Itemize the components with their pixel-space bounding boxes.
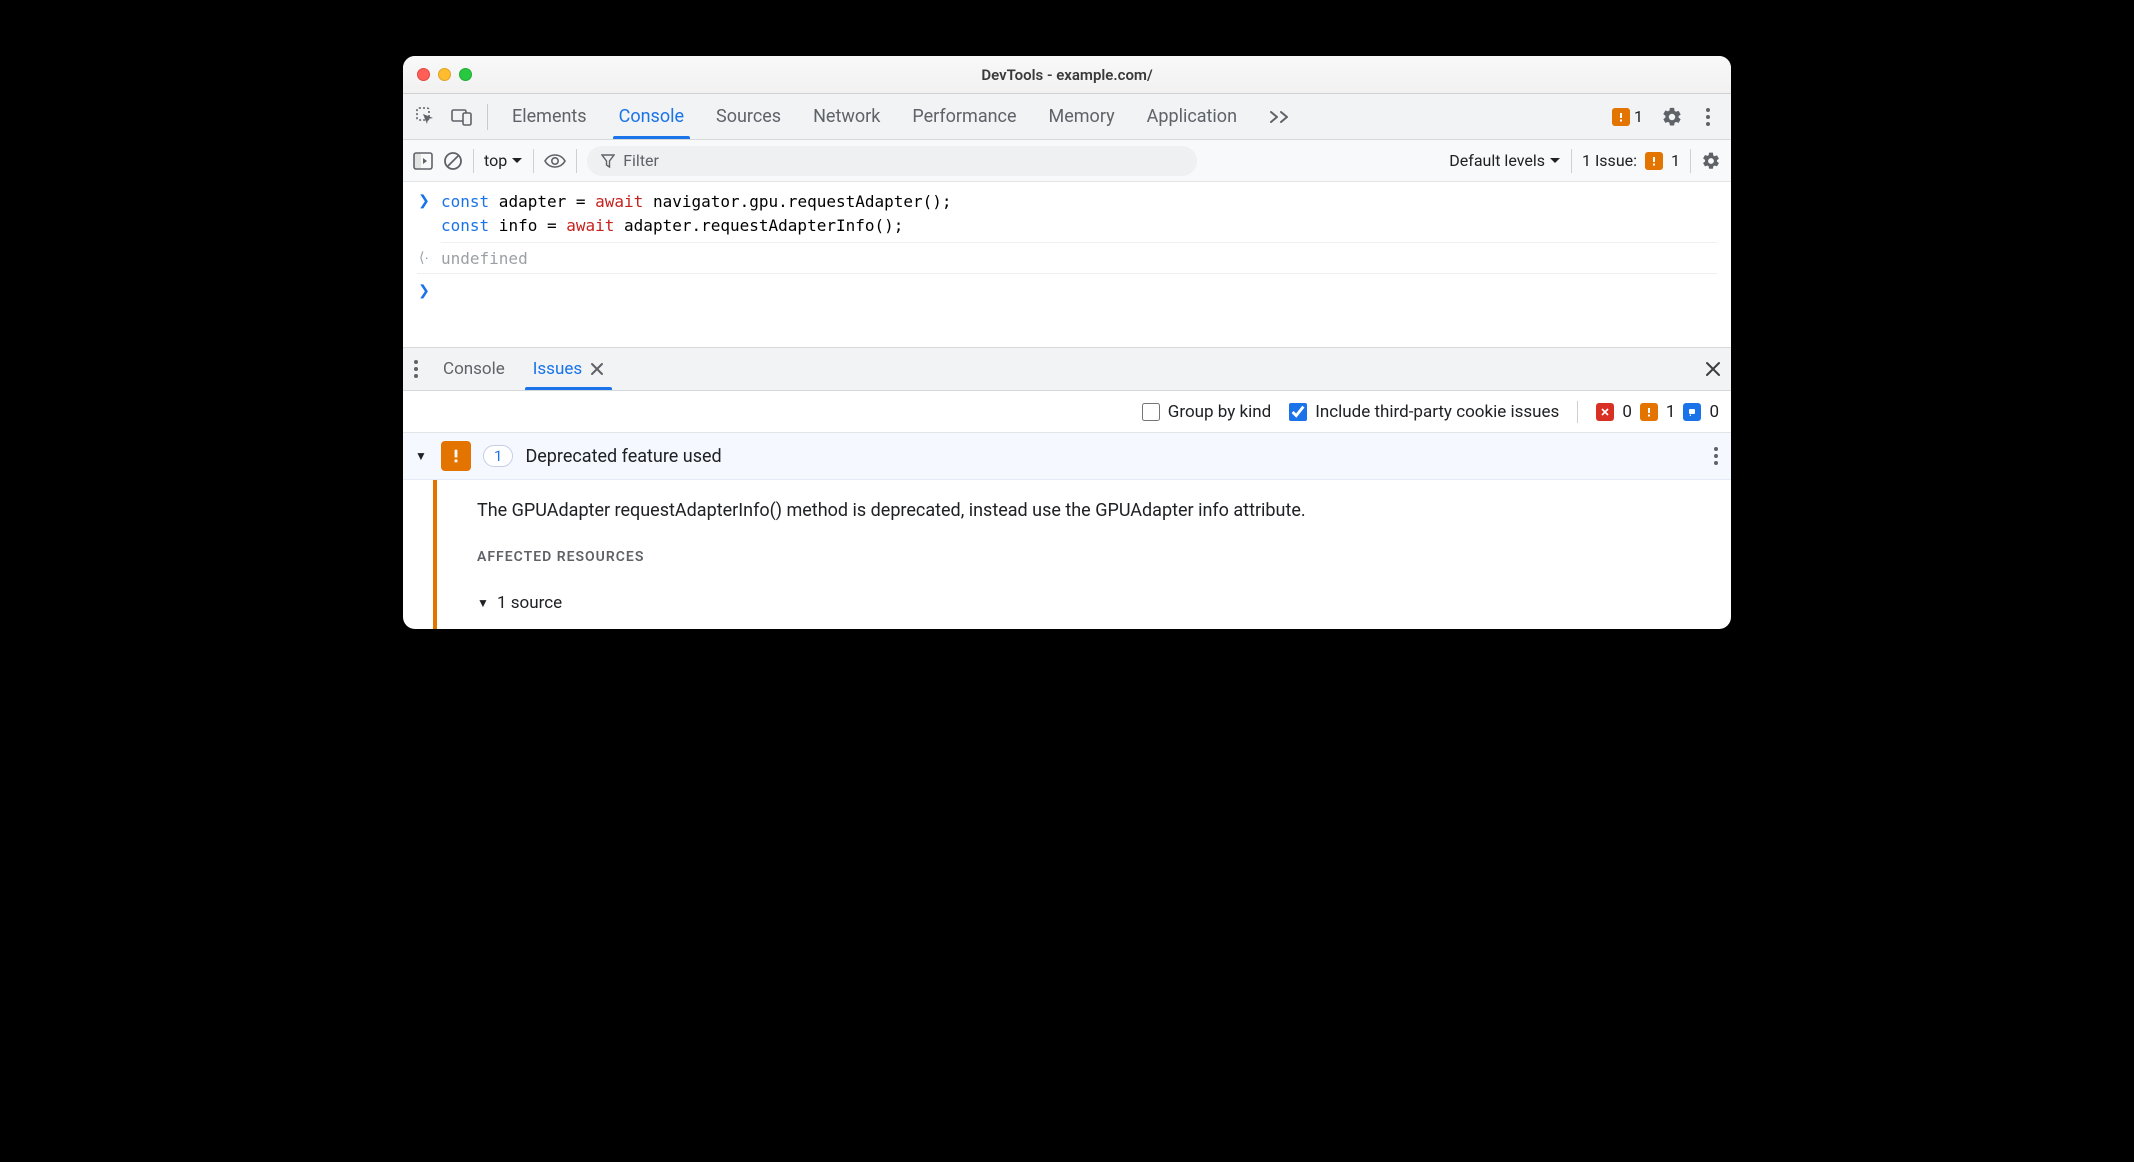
console-settings-icon[interactable] [1701, 151, 1721, 171]
source-row-label: 1 source [497, 593, 562, 613]
filter-placeholder: Filter [623, 151, 659, 170]
levels-label: Default levels [1449, 151, 1545, 170]
error-count: 0 [1622, 402, 1632, 422]
toolbar-issue-count: 1 [1634, 107, 1643, 126]
chevron-down-icon [511, 157, 523, 165]
warning-icon [1645, 152, 1663, 170]
warning-icon [1640, 403, 1658, 421]
console-result: undefined [441, 247, 528, 271]
console-input-row: ❯ const adapter = await navigator.gpu.re… [417, 190, 1717, 238]
info-icon [1683, 403, 1701, 421]
tab-console[interactable]: Console [603, 94, 700, 139]
issue-message: The GPUAdapter requestAdapterInfo() meth… [477, 500, 1306, 521]
issues-label: 1 Issue: [1582, 151, 1637, 170]
issues-link[interactable]: 1 Issue: 1 [1582, 151, 1680, 170]
issues-count-num: 1 [1671, 151, 1680, 170]
window-title: DevTools - example.com/ [403, 66, 1731, 84]
filter-icon [601, 154, 615, 168]
log-levels-picker[interactable]: Default levels [1449, 151, 1561, 170]
main-toolbar: Elements Console Sources Network Perform… [403, 94, 1731, 140]
tab-performance[interactable]: Performance [896, 94, 1032, 139]
drawer-tabs: Console Issues [429, 348, 618, 390]
toolbar-issue-indicator[interactable]: 1 [1612, 107, 1643, 126]
collapse-triangle-icon: ▼ [477, 596, 491, 610]
result-icon: ⟨· [417, 247, 431, 268]
tab-elements[interactable]: Elements [496, 94, 603, 139]
console-result-row: ⟨· undefined [417, 247, 1717, 271]
expand-triangle-icon: ▼ [415, 449, 429, 463]
issues-filter-bar: Group by kind Include third-party cookie… [403, 391, 1731, 433]
titlebar: DevTools - example.com/ [403, 56, 1731, 94]
group-by-kind-label: Group by kind [1168, 402, 1271, 422]
console-code: const adapter = await navigator.gpu.requ… [441, 190, 952, 238]
error-icon [1596, 403, 1614, 421]
console-filter-bar: top Filter Default levels 1 Issue: 1 [403, 140, 1731, 182]
warning-icon [1612, 108, 1630, 126]
prompt-icon: ❯ [417, 280, 431, 301]
include-third-party-label: Include third-party cookie issues [1315, 402, 1559, 422]
group-by-kind-checkbox[interactable]: Group by kind [1142, 402, 1271, 422]
tab-network[interactable]: Network [797, 94, 896, 139]
console-prompt-row[interactable]: ❯ [417, 276, 1717, 341]
issue-counts: 0 1 0 [1596, 402, 1719, 422]
issue-body: The GPUAdapter requestAdapterInfo() meth… [403, 480, 1731, 629]
console-body[interactable]: ❯ const adapter = await navigator.gpu.re… [403, 182, 1731, 347]
close-tab-icon[interactable] [590, 362, 604, 376]
include-third-party-checkbox[interactable]: Include third-party cookie issues [1289, 402, 1559, 422]
settings-icon[interactable] [1655, 100, 1689, 134]
filter-input[interactable]: Filter [587, 146, 1197, 176]
inspect-element-icon[interactable] [409, 100, 443, 134]
warning-icon [441, 441, 471, 471]
sidebar-toggle-icon[interactable] [413, 152, 433, 170]
prompt-icon: ❯ [417, 190, 431, 211]
drawer-header: Console Issues [403, 347, 1731, 391]
device-toolbar-icon[interactable] [445, 100, 479, 134]
issue-kebab-icon[interactable] [1713, 446, 1719, 466]
tab-memory[interactable]: Memory [1033, 94, 1131, 139]
affected-resources-label: AFFECTED RESOURCES [477, 549, 1306, 565]
info-count: 0 [1709, 402, 1719, 422]
kebab-menu-icon[interactable] [1691, 100, 1725, 134]
tab-sources[interactable]: Sources [700, 94, 797, 139]
source-row[interactable]: ▼ 1 source [477, 593, 1306, 613]
tab-application[interactable]: Application [1131, 94, 1253, 139]
tab-overflow-icon[interactable] [1253, 94, 1309, 139]
execution-context-picker[interactable]: top [484, 151, 523, 170]
context-label: top [484, 151, 507, 170]
chevron-down-icon [1549, 157, 1561, 165]
warning-count: 1 [1666, 402, 1676, 422]
live-expression-icon[interactable] [544, 153, 566, 169]
main-tabs: Elements Console Sources Network Perform… [496, 94, 1309, 139]
issue-title: Deprecated feature used [525, 446, 721, 467]
drawer-tab-issues-label: Issues [533, 359, 582, 379]
clear-console-icon[interactable] [443, 151, 463, 171]
issue-header[interactable]: ▼ 1 Deprecated feature used [403, 433, 1731, 480]
drawer-tab-console[interactable]: Console [429, 348, 519, 390]
issue-count-pill: 1 [483, 445, 513, 467]
drawer-tab-issues[interactable]: Issues [519, 348, 618, 390]
close-drawer-icon[interactable] [1705, 361, 1721, 377]
drawer-kebab-icon[interactable] [413, 359, 419, 379]
devtools-window: DevTools - example.com/ Elements Console… [403, 56, 1731, 629]
